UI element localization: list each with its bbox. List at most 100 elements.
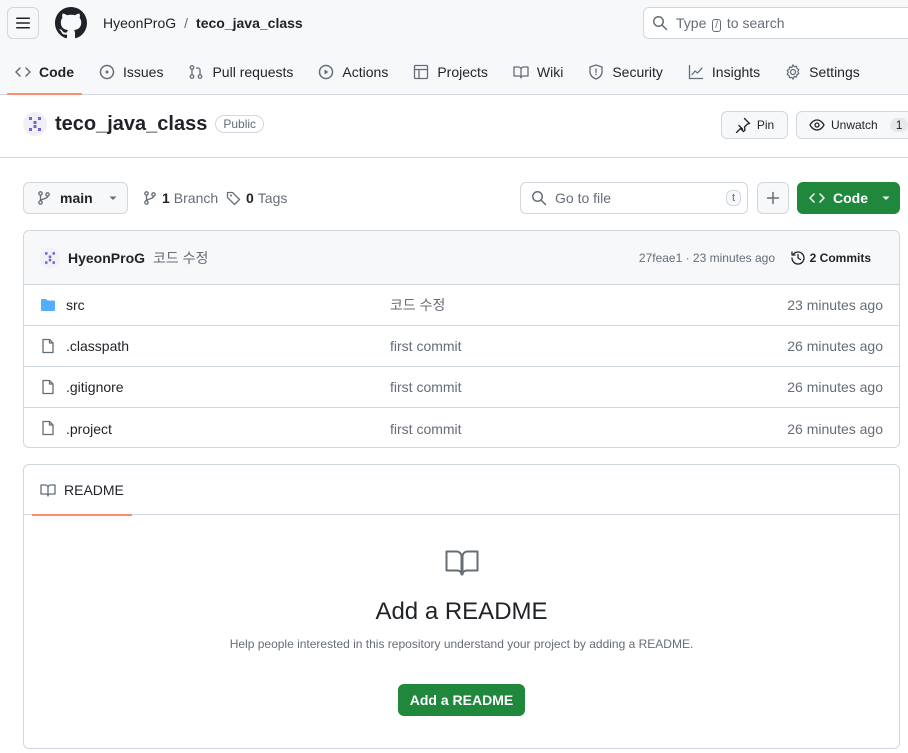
- file-row[interactable]: .gitignore first commit 26 minutes ago: [24, 367, 899, 408]
- tab-issues-label: Issues: [123, 63, 164, 80]
- file-icon: [42, 379, 54, 395]
- triangle-down-icon: [109, 196, 117, 200]
- tab-settings-label: Settings: [809, 63, 860, 80]
- tab-actions-label: Actions: [342, 63, 389, 80]
- file-row[interactable]: .classpath first commit 26 minutes ago: [24, 326, 899, 367]
- branches-link[interactable]: 1 Branch: [142, 190, 218, 206]
- search-icon: [653, 16, 668, 31]
- file-age: 26 minutes ago: [787, 420, 883, 437]
- file-row[interactable]: src 코드 수정 23 minutes ago: [24, 285, 899, 326]
- breadcrumb-repo[interactable]: teco_java_class: [196, 15, 303, 31]
- readme-tab-label: README: [64, 482, 124, 498]
- file-age: 26 minutes ago: [787, 379, 883, 395]
- tab-code[interactable]: Code: [7, 56, 82, 95]
- commit-author-avatar[interactable]: [40, 247, 60, 268]
- commit-author[interactable]: HyeonProG: [68, 250, 145, 266]
- tab-security-label: Security: [612, 63, 663, 80]
- readme-tabbar: README: [24, 465, 899, 516]
- file-name[interactable]: src: [66, 297, 85, 313]
- file-age: 26 minutes ago: [787, 338, 883, 354]
- tab-wiki-label: Wiki: [536, 63, 564, 80]
- breadcrumb-separator: /: [184, 15, 189, 31]
- commits-label: 2 Commits: [809, 250, 871, 265]
- repo-tabs: Code Issues Pull requests Actions Projec…: [7, 56, 877, 95]
- unwatch-button[interactable]: Unwatch 1: [796, 111, 908, 139]
- eye-icon: [809, 119, 825, 131]
- tab-code-label: Code: [39, 63, 74, 80]
- git-branch-icon: [38, 191, 50, 205]
- branch-selector[interactable]: main: [23, 182, 128, 214]
- github-logo-icon[interactable]: [55, 7, 87, 39]
- add-readme-button[interactable]: Add a README: [397, 684, 526, 716]
- file-commit-message[interactable]: first commit: [390, 421, 462, 437]
- plus-icon: [766, 191, 780, 205]
- branch-name: main: [60, 190, 93, 206]
- file-name[interactable]: .classpath: [66, 338, 129, 354]
- tab-insights[interactable]: Insights: [680, 56, 768, 87]
- pin-label: Pin: [756, 118, 775, 132]
- go-to-file-placeholder: Go to file: [555, 190, 612, 206]
- pin-button[interactable]: Pin: [721, 111, 788, 139]
- tags-link[interactable]: 0 Tags: [226, 190, 287, 206]
- code-button[interactable]: Code: [797, 182, 900, 214]
- repo-title-row: teco_java_class Public: [23, 112, 265, 136]
- git-branch-icon: [144, 191, 156, 205]
- tab-projects-label: Projects: [437, 63, 488, 80]
- book-icon: [40, 484, 56, 497]
- breadcrumb: HyeonProG / teco_java_class: [103, 15, 303, 31]
- menu-button[interactable]: [7, 7, 39, 39]
- branches-label: Branch: [173, 190, 219, 206]
- table-icon: [414, 64, 429, 79]
- file-name[interactable]: .gitignore: [66, 379, 124, 395]
- file-commit-message[interactable]: first commit: [390, 338, 462, 354]
- file-commit-message[interactable]: 코드 수정: [390, 295, 445, 315]
- repo-name[interactable]: teco_java_class: [55, 113, 207, 136]
- git-pull-request-icon: [190, 64, 203, 79]
- branches-count: 1: [162, 190, 170, 206]
- hamburger-icon: [16, 17, 30, 29]
- file-row[interactable]: .project first commit 26 minutes ago: [24, 408, 899, 447]
- file-icon: [42, 338, 54, 354]
- search-shortcut-key: /: [712, 18, 722, 32]
- tab-insights-label: Insights: [711, 63, 761, 80]
- search-prefix: Type: [676, 14, 707, 31]
- play-icon: [319, 64, 334, 79]
- latest-commit-row: HyeonProG 코드 수정 27feae1 · 23 minutes ago…: [24, 231, 899, 285]
- go-to-file-input[interactable]: Go to file t: [520, 182, 748, 214]
- search-suffix: to search: [726, 14, 785, 31]
- readme-empty-state: Add a README Help people interested in t…: [24, 515, 899, 716]
- book-icon: [445, 550, 478, 576]
- file-commit-message[interactable]: first commit: [390, 379, 462, 395]
- code-icon: [809, 193, 825, 203]
- tab-projects[interactable]: Projects: [405, 56, 496, 87]
- app-header: HyeonProG / teco_java_class Type / to se…: [0, 0, 908, 95]
- readme-panel: README Add a README Help people interest…: [23, 464, 900, 749]
- file-icon: [42, 420, 54, 436]
- history-icon: [790, 250, 805, 265]
- tab-wiki[interactable]: Wiki: [505, 56, 571, 87]
- commits-link[interactable]: 2 Commits: [790, 250, 871, 266]
- global-search-input[interactable]: Type / to search: [643, 7, 908, 39]
- commit-message[interactable]: 코드 수정: [153, 248, 208, 268]
- shield-icon: [589, 63, 603, 80]
- tab-security[interactable]: Security: [580, 56, 671, 87]
- tags-label: Tags: [257, 190, 288, 206]
- code-button-label: Code: [833, 190, 868, 206]
- triangle-down-icon: [882, 196, 890, 200]
- readme-empty-title: Add a README: [375, 598, 548, 625]
- tag-icon: [226, 191, 241, 206]
- repo-avatar[interactable]: [23, 112, 47, 136]
- issue-opened-icon: [99, 64, 115, 79]
- graph-icon: [688, 64, 704, 79]
- commit-hash-time[interactable]: 27feae1 · 23 minutes ago: [639, 251, 775, 265]
- tab-settings[interactable]: Settings: [777, 56, 868, 87]
- readme-tab[interactable]: README: [32, 465, 132, 516]
- add-file-button[interactable]: [757, 182, 789, 214]
- breadcrumb-owner[interactable]: HyeonProG: [103, 15, 176, 31]
- unwatch-label: Unwatch: [831, 118, 878, 132]
- tab-pull-requests[interactable]: Pull requests: [180, 56, 301, 87]
- tab-issues[interactable]: Issues: [91, 56, 171, 87]
- search-icon: [532, 191, 547, 206]
- tab-actions[interactable]: Actions: [310, 56, 396, 87]
- file-name[interactable]: .project: [66, 421, 112, 437]
